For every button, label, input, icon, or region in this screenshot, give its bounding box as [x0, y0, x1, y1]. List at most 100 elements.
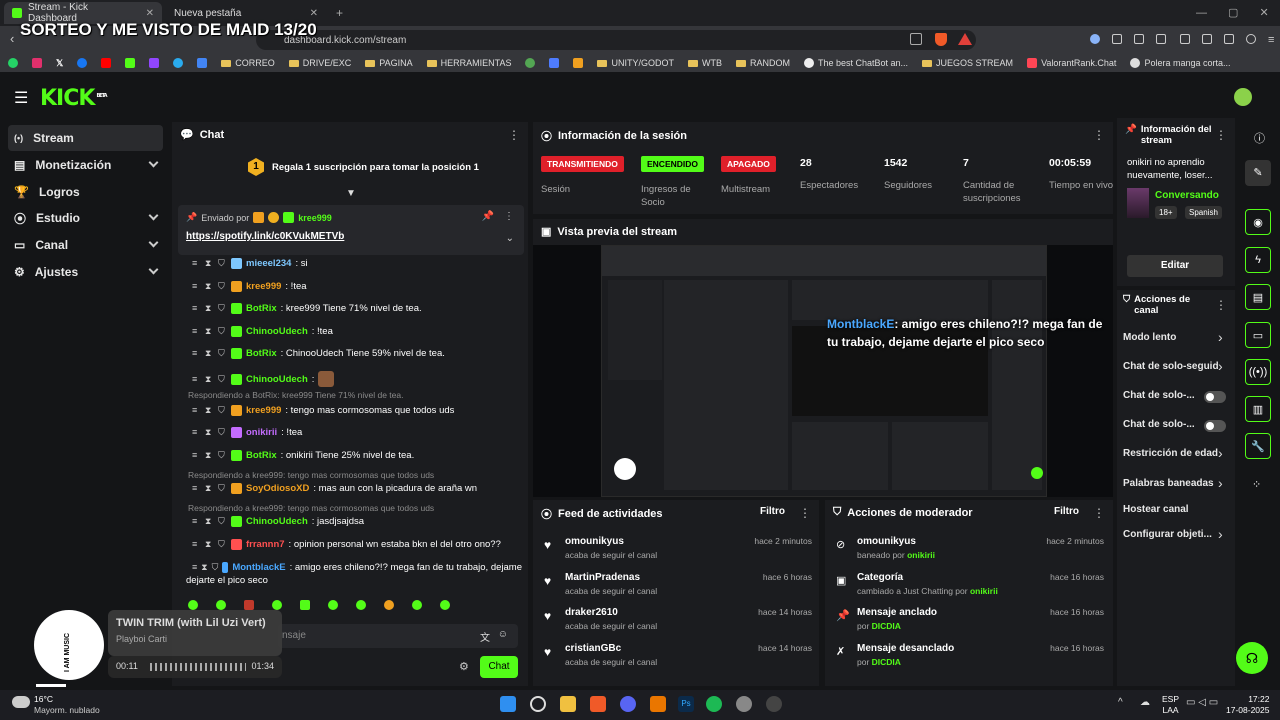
- new-tab-icon[interactable]: +: [336, 6, 343, 20]
- emote-icon[interactable]: [300, 600, 310, 610]
- instagram-icon[interactable]: [32, 58, 42, 68]
- chat-username[interactable]: kree999: [246, 281, 281, 292]
- brave-rewards-icon[interactable]: [958, 33, 972, 45]
- gift-sub-banner[interactable]: 1 Regala 1 suscripción para tomar la pos…: [248, 158, 479, 176]
- facebook-icon[interactable]: [77, 58, 88, 68]
- timeout-icon[interactable]: ⧗: [205, 282, 214, 291]
- emote-icon[interactable]: [188, 600, 198, 610]
- bookmark-wtb[interactable]: WTB: [687, 58, 722, 68]
- ban-icon[interactable]: ⛉: [212, 563, 219, 572]
- chat-username[interactable]: onikirii: [246, 427, 277, 438]
- brave-shield-icon[interactable]: [935, 33, 947, 46]
- bookmark-unity[interactable]: UNITY/GODOT: [597, 58, 674, 68]
- obs-icon[interactable]: [766, 696, 782, 712]
- menu-icon[interactable]: ≡: [192, 517, 201, 526]
- menu-icon[interactable]: ≡: [192, 374, 201, 384]
- ban-icon[interactable]: ⛉: [218, 304, 227, 313]
- chat-username[interactable]: BotRix: [246, 348, 277, 359]
- calendar-icon[interactable]: [197, 58, 208, 68]
- emote-icon[interactable]: [412, 600, 422, 610]
- timeout-icon[interactable]: ⧗: [205, 451, 214, 460]
- bookmark-icon[interactable]: [549, 58, 560, 68]
- menu-icon[interactable]: ≡: [192, 563, 197, 572]
- channel-action-item[interactable]: Palabras baneadas: [1123, 478, 1229, 489]
- chat-input[interactable]: nsaje 文 ☺: [278, 624, 518, 648]
- close-tab-icon[interactable]: ✕: [146, 8, 154, 19]
- emoji-icon[interactable]: ☺: [498, 629, 508, 640]
- channel-action-item[interactable]: Restricción de edad: [1123, 448, 1229, 459]
- notes-icon[interactable]: ▤: [1245, 284, 1271, 310]
- emote-icon[interactable]: [244, 600, 254, 610]
- chat-username[interactable]: MontblackE: [232, 562, 285, 573]
- kick-icon[interactable]: [125, 58, 136, 68]
- bookmark-juegos[interactable]: JUEGOS STREAM: [922, 58, 1013, 68]
- moderator-name[interactable]: DICDIA: [872, 621, 901, 631]
- channel-action-item[interactable]: Configurar objeti...: [1123, 529, 1229, 540]
- bookmark-drive[interactable]: DRIVE/EXC: [288, 58, 351, 68]
- emote-icon[interactable]: [328, 600, 338, 610]
- moderator-name[interactable]: DICDIA: [872, 657, 901, 667]
- file-explorer-icon[interactable]: [560, 696, 576, 712]
- share-icon[interactable]: [910, 33, 922, 45]
- bookmark-correo[interactable]: CORREO: [221, 58, 275, 68]
- timeout-icon[interactable]: ⧗: [205, 484, 214, 493]
- wrench-icon[interactable]: 🔧: [1245, 433, 1271, 459]
- language-indicator[interactable]: ESP LAA: [1162, 694, 1179, 716]
- chat-username[interactable]: BotRix: [246, 303, 277, 314]
- feed-menu-icon[interactable]: ⋮: [799, 506, 811, 520]
- chat-username[interactable]: kree999: [246, 405, 281, 416]
- clock[interactable]: 17:22 17-08-2025: [1226, 694, 1269, 716]
- chat-username[interactable]: ChinooUdech: [246, 516, 308, 527]
- x-icon[interactable]: 𝕏: [56, 58, 63, 69]
- chat-username[interactable]: SoyOdiosoXD: [246, 483, 309, 494]
- menu-icon[interactable]: ≡: [192, 540, 201, 549]
- blender-icon[interactable]: [650, 696, 666, 712]
- edit-icon[interactable]: ✎: [1245, 160, 1271, 186]
- ban-icon[interactable]: ⛉: [218, 374, 227, 384]
- lightning-icon[interactable]: ϟ: [1245, 247, 1271, 273]
- chat-username[interactable]: BotRix: [246, 450, 277, 461]
- timeout-icon[interactable]: ⧗: [205, 374, 214, 384]
- stream-preview[interactable]: MontblackE: amigo eres chileno?!? mega f…: [533, 245, 1113, 497]
- bookmark-icon[interactable]: [573, 58, 584, 68]
- menu-icon[interactable]: ☰: [14, 88, 28, 108]
- ban-icon[interactable]: ⛉: [218, 540, 227, 549]
- network-volume-icons[interactable]: ▭ ◁ ▭: [1186, 697, 1218, 708]
- stream-info-menu-icon[interactable]: ⋮: [1215, 128, 1227, 142]
- channel-actions-menu-icon[interactable]: ⋮: [1215, 298, 1227, 312]
- collapse-icon[interactable]: ▼: [346, 188, 356, 199]
- channel-action-item[interactable]: Modo lento: [1123, 332, 1229, 343]
- bookmark-icon[interactable]: [525, 58, 536, 68]
- emote-icon[interactable]: [356, 600, 366, 610]
- emote-icon[interactable]: [384, 600, 394, 610]
- edit-stream-button[interactable]: Editar: [1127, 255, 1223, 277]
- weather-widget[interactable]: 16°C Mayorm. nublado: [34, 694, 100, 716]
- timeout-icon[interactable]: ⧗: [205, 304, 214, 313]
- channel-action-item[interactable]: Chat de solo-seguid: [1123, 361, 1229, 372]
- chat-username[interactable]: mieeel234: [246, 258, 291, 269]
- support-headset-icon[interactable]: ☊: [1236, 642, 1268, 674]
- bookmark-herramientas[interactable]: HERRAMIENTAS: [426, 58, 511, 68]
- photoshop-icon[interactable]: Ps: [678, 696, 694, 712]
- moderator-name[interactable]: onikirii: [970, 586, 998, 596]
- moderator-name[interactable]: onikirii: [907, 550, 935, 560]
- bookmark-valorant[interactable]: ValorantRank.Chat: [1027, 58, 1116, 68]
- menu-icon[interactable]: ≡: [192, 451, 201, 460]
- unpin-icon[interactable]: 📌: [482, 211, 494, 222]
- broadcast-icon[interactable]: ((•)): [1245, 359, 1271, 385]
- twitch-icon[interactable]: [149, 58, 160, 68]
- timeout-icon[interactable]: ⧗: [205, 327, 214, 336]
- timeout-icon[interactable]: ⧗: [205, 349, 214, 358]
- menu-icon[interactable]: ≡: [192, 259, 201, 268]
- start-icon[interactable]: [500, 696, 516, 712]
- youtube-icon[interactable]: [101, 58, 112, 68]
- ban-icon[interactable]: ⛉: [218, 349, 227, 358]
- window-controls[interactable]: — ▢ ✕: [1196, 6, 1269, 19]
- ban-icon[interactable]: ⛉: [218, 259, 227, 268]
- back-icon[interactable]: ‹: [10, 31, 14, 46]
- mod-filter-button[interactable]: Filtro: [1054, 506, 1079, 517]
- search-icon[interactable]: [530, 696, 546, 712]
- nav-canal[interactable]: ▭ Canal: [8, 232, 163, 258]
- tray-cloud-icon[interactable]: ☁: [1140, 697, 1150, 708]
- nav-estudio[interactable]: ⦿ Estudio: [8, 205, 163, 231]
